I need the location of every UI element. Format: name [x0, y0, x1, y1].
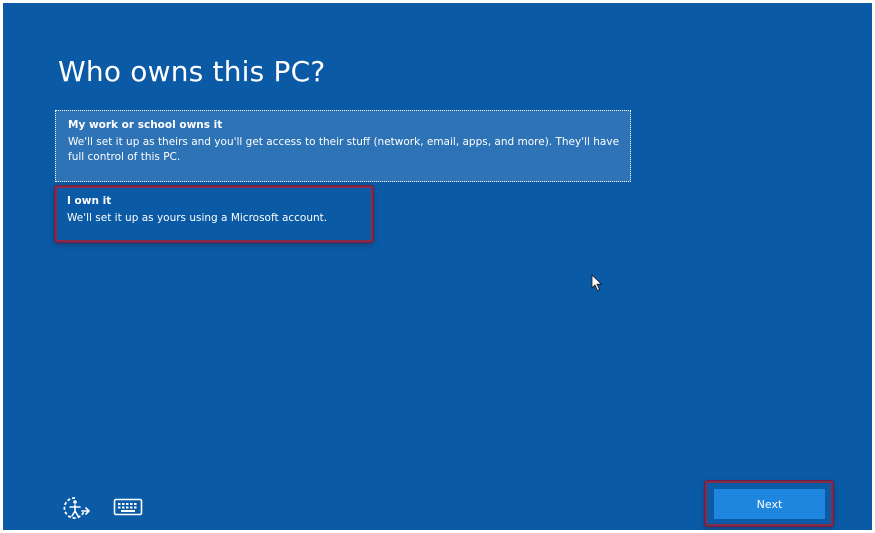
mouse-cursor-icon — [591, 274, 603, 292]
option-i-own-it[interactable]: I own it We'll set it up as yours using … — [55, 186, 373, 242]
option-own-title: I own it — [67, 195, 112, 207]
option-work-title: My work or school owns it — [68, 119, 223, 131]
option-own-description: We'll set it up as yours using a Microso… — [67, 212, 328, 224]
option-work-description: We'll set it up as theirs and you'll get… — [68, 136, 620, 163]
keyboard-icon[interactable] — [113, 497, 143, 517]
option-work-or-school[interactable]: My work or school owns it We'll set it u… — [55, 110, 631, 182]
setup-screen: Who owns this PC? My work or school owns… — [3, 3, 872, 530]
next-button[interactable]: Next — [714, 489, 825, 519]
ease-of-access-icon[interactable] — [61, 495, 91, 521]
page-title: Who owns this PC? — [58, 55, 326, 88]
